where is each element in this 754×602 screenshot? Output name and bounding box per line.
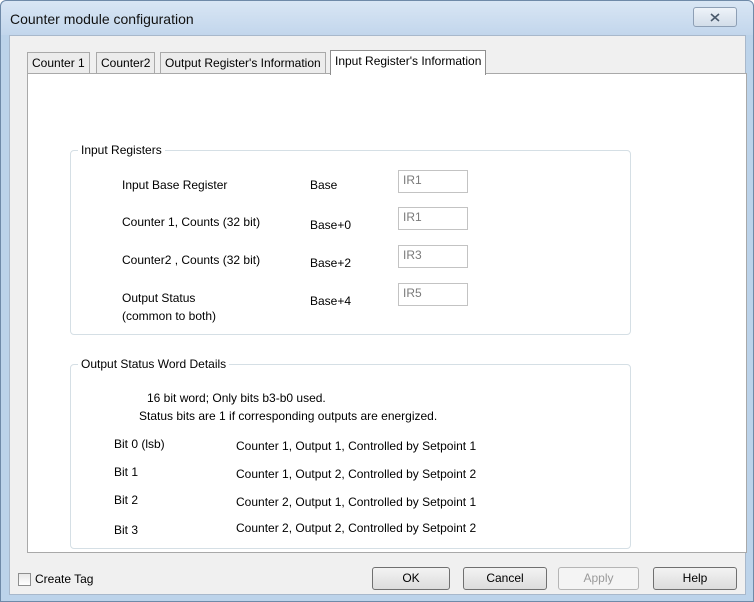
output-status-group: Output Status Word Details 16 bit word; … — [70, 357, 631, 549]
input-base-register-label: Input Base Register — [122, 178, 228, 192]
create-tag-label: Create Tag — [35, 572, 94, 586]
tab-counter-2[interactable]: Counter2 — [96, 52, 156, 74]
title-bar: Counter module configuration — [1, 1, 753, 35]
close-button[interactable] — [693, 7, 737, 27]
counter2-counts-offset: Base+2 — [310, 256, 352, 270]
input-base-register-field[interactable]: IR1 — [398, 170, 468, 193]
output-status-label: Output Status — [122, 291, 196, 305]
bit2-description: Counter 2, Output 1, Controlled by Setpo… — [236, 495, 477, 509]
apply-button[interactable]: Apply — [558, 567, 639, 590]
output-status-desc-line1: 16 bit word; Only bits b3-b0 used. — [147, 391, 326, 405]
window-title: Counter module configuration — [10, 11, 194, 27]
input-registers-group: Input Registers Input Base Register Base… — [70, 143, 631, 335]
counter1-counts-label: Counter 1, Counts (32 bit) — [122, 215, 261, 229]
tab-output-registers[interactable]: Output Register's Information — [160, 52, 326, 74]
create-tag-checkbox[interactable] — [18, 573, 31, 586]
counter2-counts-field: IR3 — [398, 245, 468, 268]
bit3-label: Bit 3 — [114, 523, 139, 537]
input-registers-legend: Input Registers — [78, 143, 165, 157]
output-status-field: IR5 — [398, 283, 468, 306]
output-status-legend: Output Status Word Details — [78, 357, 230, 371]
dialog-window: Counter module configuration Counter 1 C… — [0, 0, 754, 602]
ok-button[interactable]: OK — [372, 567, 450, 590]
bit1-label: Bit 1 — [114, 465, 139, 479]
dialog-client-area: Counter 1 Counter2 Output Register's Inf… — [9, 35, 747, 595]
bit0-description: Counter 1, Output 1, Controlled by Setpo… — [236, 439, 477, 453]
tab-panel-input-registers: Input Registers Input Base Register Base… — [27, 73, 747, 553]
cancel-button[interactable]: Cancel — [463, 567, 547, 590]
counter2-counts-label: Counter2 , Counts (32 bit) — [122, 253, 261, 267]
help-button[interactable]: Help — [653, 567, 737, 590]
bit1-description: Counter 1, Output 2, Controlled by Setpo… — [236, 467, 477, 481]
counter1-counts-field: IR1 — [398, 207, 468, 230]
tab-counter-1[interactable]: Counter 1 — [27, 52, 90, 74]
counter1-counts-offset: Base+0 — [310, 218, 352, 232]
output-status-desc-line2: Status bits are 1 if corresponding outpu… — [139, 409, 438, 423]
bit2-label: Bit 2 — [114, 493, 139, 507]
bit0-label: Bit 0 (lsb) — [114, 437, 165, 451]
close-icon — [710, 12, 720, 22]
bit3-description: Counter 2, Output 2, Controlled by Setpo… — [236, 521, 477, 535]
tab-input-registers[interactable]: Input Register's Information — [330, 50, 487, 75]
output-status-offset: Base+4 — [310, 294, 352, 308]
input-base-register-offset: Base — [310, 178, 338, 192]
output-status-sublabel: (common to both) — [122, 309, 217, 323]
